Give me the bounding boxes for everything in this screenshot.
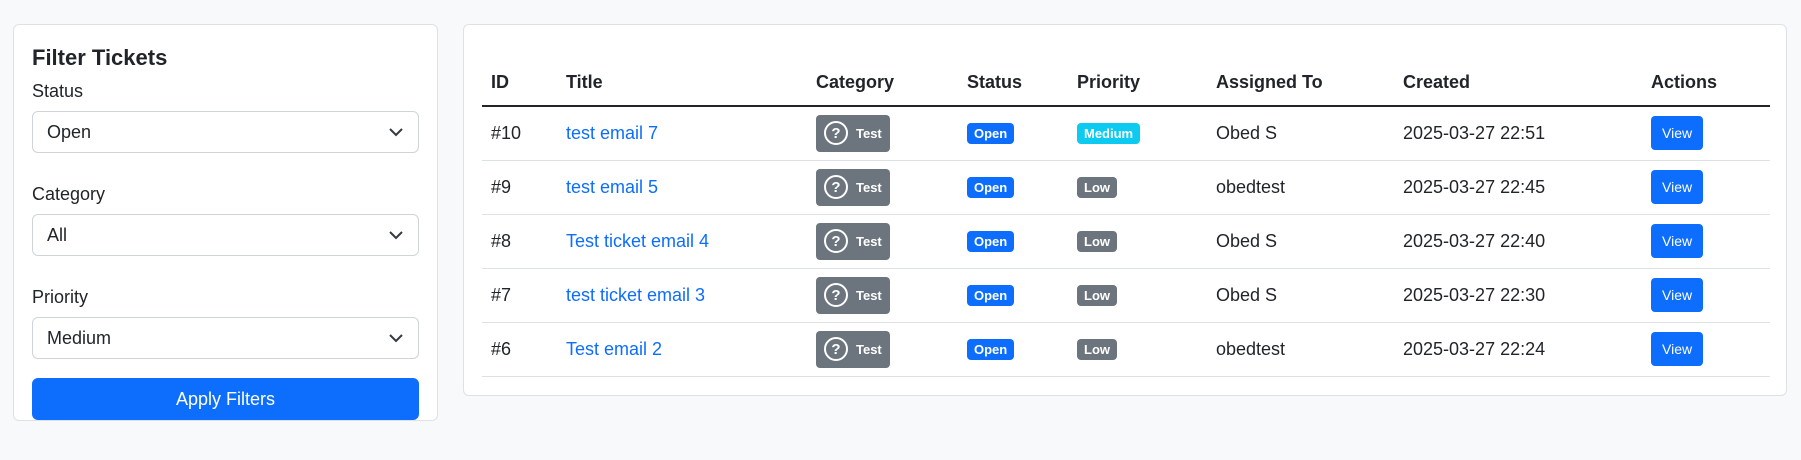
chevron-down-icon bbox=[389, 128, 403, 137]
header-id: ID bbox=[482, 43, 557, 107]
category-select-value: All bbox=[47, 225, 68, 245]
filter-title: Filter Tickets bbox=[32, 45, 168, 70]
ticket-id: #9 bbox=[482, 160, 557, 215]
header-priority: Priority bbox=[1068, 43, 1207, 107]
ticket-title-link[interactable]: test email 5 bbox=[566, 177, 658, 197]
question-circle-icon: ? bbox=[824, 283, 848, 307]
created-date: 2025-03-27 22:51 bbox=[1394, 106, 1642, 161]
tickets-table: ID Title Category Status Priority Assign… bbox=[482, 43, 1770, 377]
ticket-id: #8 bbox=[482, 214, 557, 269]
status-badge: Open bbox=[967, 339, 1015, 360]
created-date: 2025-03-27 22:40 bbox=[1394, 214, 1642, 269]
priority-label: Priority bbox=[32, 287, 89, 307]
priority-badge: Low bbox=[1077, 285, 1117, 306]
header-status: Status bbox=[958, 43, 1068, 107]
category-badge-label: Test bbox=[856, 287, 882, 303]
assigned-to: Obed S bbox=[1207, 268, 1394, 323]
assigned-to: obedtest bbox=[1207, 322, 1394, 377]
table-row: #6 Test email 2 ? Test Open Low obedtest … bbox=[482, 322, 1770, 377]
category-badge: ? Test bbox=[816, 330, 890, 368]
header-created: Created bbox=[1394, 43, 1642, 107]
apply-filters-button[interactable]: Apply Filters bbox=[32, 378, 419, 420]
created-date: 2025-03-27 22:30 bbox=[1394, 268, 1642, 323]
category-badge: ? Test bbox=[816, 168, 890, 206]
status-badge: Open bbox=[967, 231, 1015, 252]
priority-badge: Low bbox=[1077, 231, 1117, 252]
header-assigned-to: Assigned To bbox=[1207, 43, 1394, 107]
table-row: #8 Test ticket email 4 ? Test Open Low Ob… bbox=[482, 214, 1770, 269]
status-select-value: Open bbox=[47, 122, 92, 142]
status-badge: Open bbox=[967, 285, 1015, 306]
header-title: Title bbox=[557, 43, 807, 107]
ticket-title-link[interactable]: Test ticket email 4 bbox=[566, 231, 709, 251]
view-button[interactable]: View bbox=[1651, 278, 1704, 312]
priority-badge: Low bbox=[1077, 177, 1117, 198]
question-circle-icon: ? bbox=[824, 121, 848, 146]
priority-badge: Low bbox=[1077, 339, 1117, 360]
question-circle-icon: ? bbox=[824, 337, 848, 361]
ticket-title-link[interactable]: Test email 2 bbox=[566, 339, 662, 359]
header-actions: Actions bbox=[1642, 43, 1770, 107]
ticket-title-link[interactable]: test ticket email 3 bbox=[566, 285, 705, 305]
table-row: #7 test ticket email 3 ? Test Open Low Ob… bbox=[482, 268, 1770, 323]
assigned-to: obedtest bbox=[1207, 160, 1394, 215]
view-button[interactable]: View bbox=[1651, 116, 1704, 151]
status-badge: Open bbox=[967, 123, 1015, 145]
table-header-row: ID Title Category Status Priority Assign… bbox=[482, 43, 1770, 107]
category-badge-label: Test bbox=[856, 233, 882, 249]
status-select[interactable]: Open bbox=[32, 111, 419, 153]
question-circle-icon: ? bbox=[824, 175, 848, 199]
chevron-down-icon bbox=[389, 231, 403, 240]
status-label: Status bbox=[32, 81, 84, 101]
category-badge-label: Test bbox=[856, 179, 882, 195]
status-badge: Open bbox=[967, 177, 1015, 198]
view-button[interactable]: View bbox=[1651, 332, 1704, 366]
view-button[interactable]: View bbox=[1651, 170, 1704, 204]
header-category: Category bbox=[807, 43, 958, 107]
priority-badge: Medium bbox=[1077, 123, 1141, 145]
created-date: 2025-03-27 22:45 bbox=[1394, 160, 1642, 215]
category-select[interactable]: All bbox=[32, 214, 419, 256]
category-badge-label: Test bbox=[856, 341, 882, 357]
ticket-id: #10 bbox=[482, 106, 557, 161]
question-circle-icon: ? bbox=[824, 229, 848, 253]
table-row: #9 test email 5 ? Test Open Low obedtest … bbox=[482, 160, 1770, 215]
assigned-to: Obed S bbox=[1207, 214, 1394, 269]
category-badge: ? Test bbox=[816, 114, 890, 152]
table-row: #10 test email 7 ? Test Open Medium Obed … bbox=[482, 106, 1770, 161]
category-label: Category bbox=[32, 184, 106, 204]
priority-select-value: Medium bbox=[47, 328, 112, 348]
priority-select[interactable]: Medium bbox=[32, 317, 419, 359]
category-badge: ? Test bbox=[816, 222, 890, 260]
filter-panel: Filter Tickets Status Open Category All … bbox=[13, 24, 438, 421]
chevron-down-icon bbox=[389, 334, 403, 343]
ticket-title-link[interactable]: test email 7 bbox=[566, 123, 658, 143]
assigned-to: Obed S bbox=[1207, 106, 1394, 161]
created-date: 2025-03-27 22:24 bbox=[1394, 322, 1642, 377]
tickets-panel: ID Title Category Status Priority Assign… bbox=[463, 24, 1787, 396]
ticket-id: #6 bbox=[482, 322, 557, 377]
category-badge-label: Test bbox=[856, 125, 882, 141]
view-button[interactable]: View bbox=[1651, 224, 1704, 258]
ticket-id: #7 bbox=[482, 268, 557, 323]
category-badge: ? Test bbox=[816, 276, 890, 314]
